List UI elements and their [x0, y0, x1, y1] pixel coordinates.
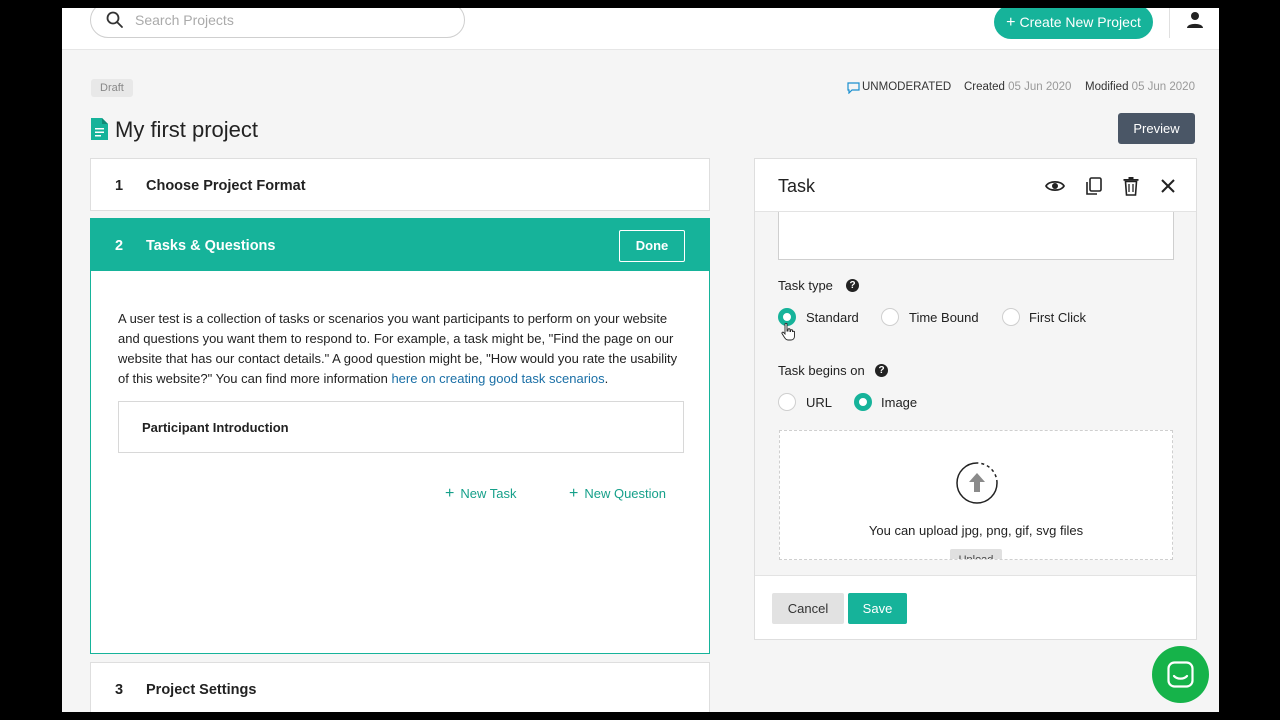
eye-icon[interactable] — [1045, 176, 1065, 196]
radio-time-bound-label: Time Bound — [909, 310, 979, 325]
modified-date: 05 Jun 2020 — [1131, 81, 1195, 93]
plus-icon: + — [569, 485, 579, 502]
step-label: Project Settings — [146, 682, 257, 698]
close-icon[interactable] — [1158, 176, 1178, 196]
user-icon[interactable] — [1185, 10, 1205, 30]
step-number: 2 — [115, 238, 124, 254]
radio-url[interactable] — [778, 393, 796, 411]
header-divider — [1169, 8, 1170, 38]
task-scenarios-link[interactable]: here on creating good task scenarios — [391, 371, 604, 386]
radio-image[interactable] — [854, 393, 872, 411]
step-number: 1 — [115, 178, 124, 194]
step-project-settings[interactable]: 3 Project Settings — [90, 662, 710, 712]
status-badge: Draft — [91, 79, 133, 97]
chat-bubble-icon — [847, 82, 860, 94]
new-question-button[interactable]: + New Question — [569, 485, 666, 503]
created-date: 05 Jun 2020 — [1008, 81, 1072, 93]
new-question-label: New Question — [584, 486, 666, 501]
tasks-description: A user test is a collection of tasks or … — [118, 309, 683, 389]
plus-icon: + — [445, 485, 455, 502]
document-icon — [91, 118, 108, 140]
participant-introduction-item[interactable]: Participant Introduction — [118, 401, 684, 453]
radio-image-label: Image — [881, 395, 918, 410]
chat-icon — [1167, 661, 1194, 688]
radio-first-click-label: First Click — [1029, 310, 1087, 325]
help-icon[interactable]: ? — [846, 279, 859, 292]
task-panel-title: Task — [778, 176, 816, 196]
plus-icon: + — [1006, 14, 1016, 31]
save-button[interactable]: Save — [848, 593, 907, 624]
copy-icon[interactable] — [1084, 176, 1104, 196]
trash-icon[interactable] — [1121, 176, 1141, 196]
participant-introduction-label: Participant Introduction — [142, 420, 289, 435]
cancel-button[interactable]: Cancel — [772, 593, 844, 624]
description-end: . — [604, 371, 609, 386]
done-button[interactable]: Done — [619, 230, 685, 262]
step-choose-format[interactable]: 1 Choose Project Format — [90, 158, 710, 211]
image-upload-dropzone[interactable]: You can upload jpg, png, gif, svg files … — [779, 430, 1173, 560]
created-label: Created — [964, 81, 1005, 93]
upload-button[interactable]: Upload — [950, 549, 1002, 559]
preview-button[interactable]: Preview — [1118, 113, 1195, 144]
chat-widget-button[interactable] — [1152, 646, 1209, 703]
moderation-type: UNMODERATED — [862, 81, 952, 93]
step-number: 3 — [115, 682, 124, 698]
radio-standard-label: Standard — [806, 310, 859, 325]
new-task-button[interactable]: + New Task — [445, 485, 516, 503]
task-panel-footer: Cancel Save — [755, 575, 1196, 639]
help-icon[interactable]: ? — [875, 364, 888, 377]
radio-time-bound[interactable] — [881, 308, 899, 326]
task-type-label: Task type — [778, 278, 833, 293]
create-new-project-button[interactable]: + Create New Project — [994, 8, 1153, 39]
search-box[interactable] — [90, 8, 465, 38]
step-header[interactable]: 2 Tasks & Questions Done — [91, 219, 709, 271]
task-panel: Task Task type ? Standard Time Bound Fir… — [754, 158, 1197, 640]
modified-label: Modified — [1085, 81, 1129, 93]
pointer-cursor-icon — [781, 323, 795, 341]
upload-instructions: You can upload jpg, png, gif, svg files — [868, 523, 1084, 538]
search-input[interactable] — [135, 10, 435, 30]
top-bar: +Create New Project — [62, 8, 1219, 50]
task-description-textarea[interactable] — [778, 212, 1174, 260]
step-label: Choose Project Format — [146, 178, 306, 194]
app-window: +Create New Project Draft UNMODERATED Cr… — [62, 8, 1219, 712]
page-title: My first project — [115, 117, 259, 142]
upload-icon — [956, 462, 998, 504]
step-label: Tasks & Questions — [146, 238, 276, 254]
radio-first-click[interactable] — [1002, 308, 1020, 326]
create-new-project-label: Create New Project — [1019, 14, 1141, 30]
created-info: Created 05 Jun 2020 — [964, 81, 1071, 93]
step-tasks-questions: 2 Tasks & Questions Done A user test is … — [90, 218, 710, 654]
new-task-label: New Task — [460, 486, 517, 501]
modified-info: Modified 05 Jun 2020 — [1085, 81, 1195, 93]
task-begins-on-label: Task begins on — [778, 363, 865, 378]
task-panel-header: Task — [755, 159, 1196, 212]
search-icon — [106, 11, 123, 28]
radio-url-label: URL — [806, 395, 833, 410]
